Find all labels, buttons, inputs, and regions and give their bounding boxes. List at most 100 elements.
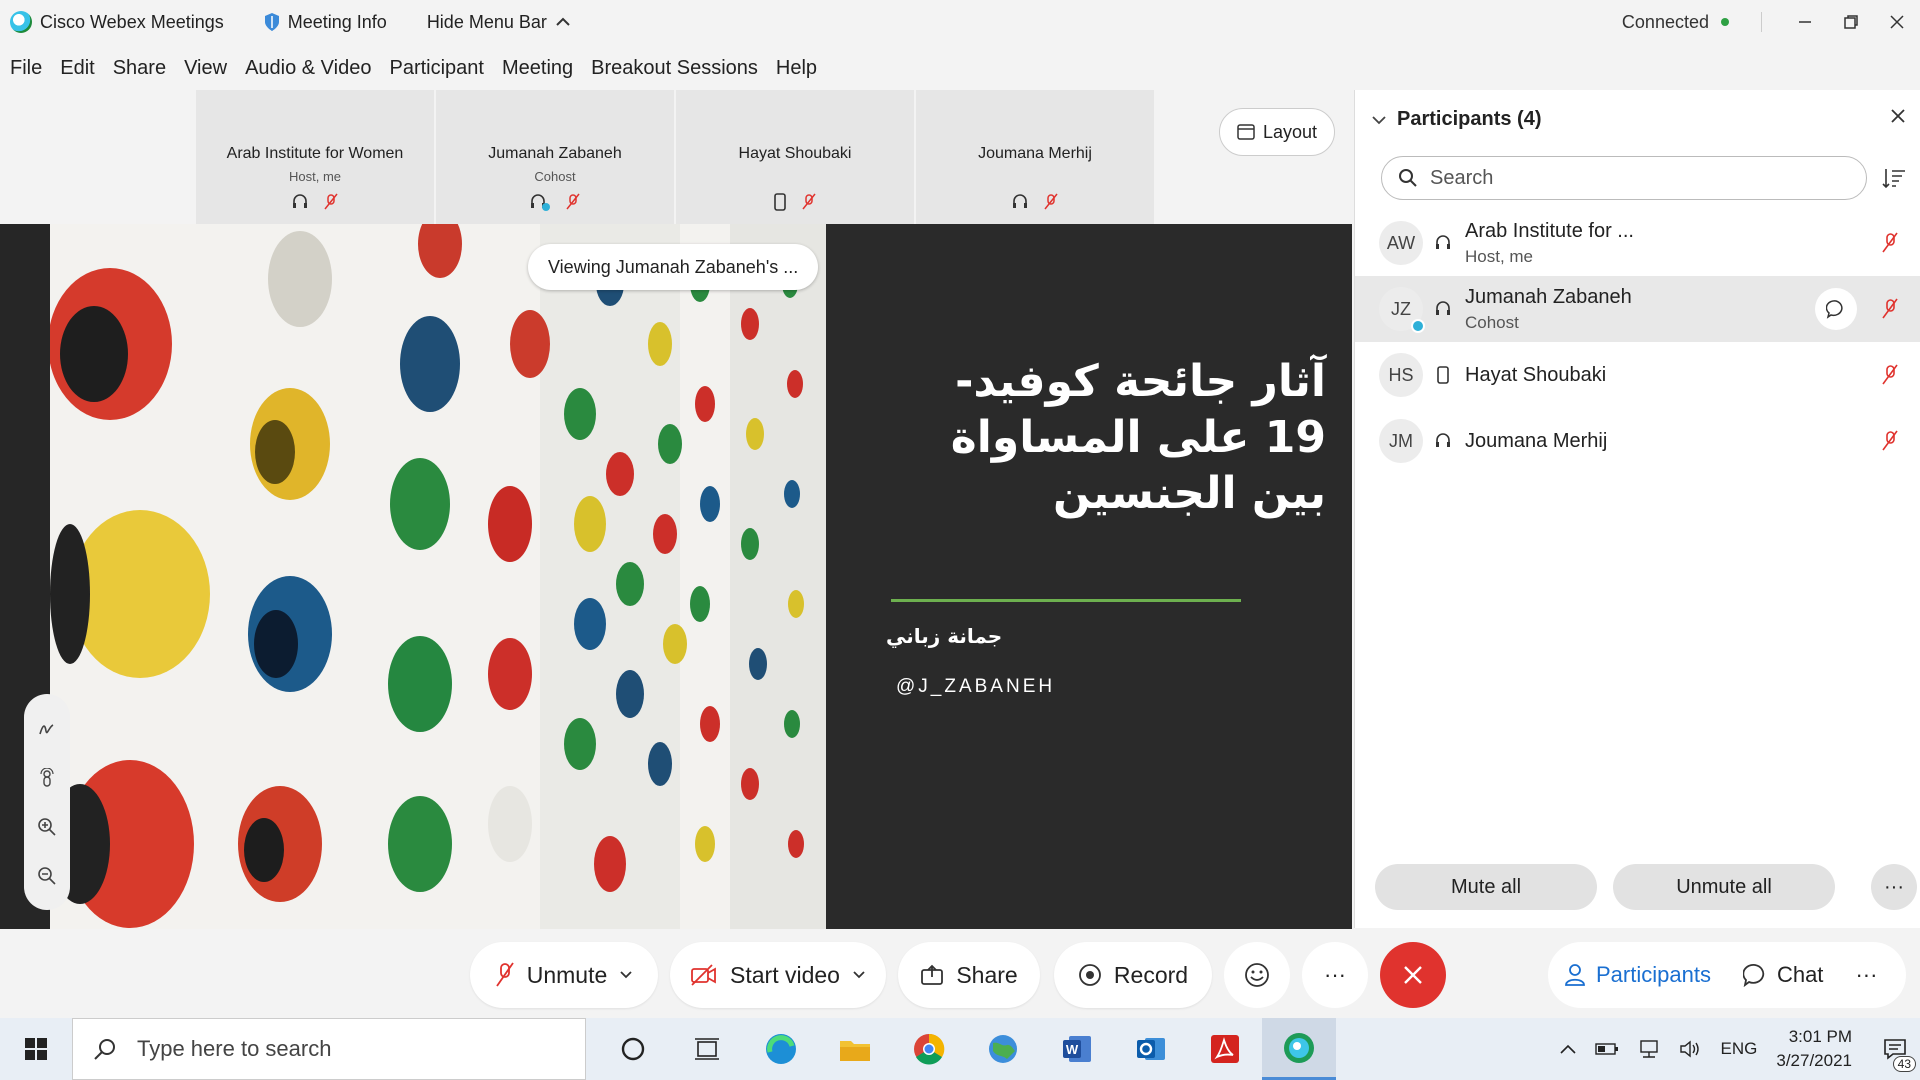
menu-edit[interactable]: Edit bbox=[60, 57, 94, 80]
participant-row[interactable]: JM Joumana Merhij bbox=[1355, 408, 1920, 474]
taskbar-clock[interactable]: 3:01 PM 3/27/2021 bbox=[1776, 1025, 1852, 1073]
annotate-icon[interactable] bbox=[37, 719, 57, 739]
more-icon: ··· bbox=[1324, 962, 1346, 987]
system-tray: ENG 3:01 PM 3/27/2021 43 bbox=[1550, 1018, 1920, 1080]
menu-breakout-sessions[interactable]: Breakout Sessions bbox=[591, 57, 758, 80]
participant-row[interactable]: JZ Jumanah Zabaneh Cohost bbox=[1355, 276, 1920, 342]
participant-mute-button[interactable] bbox=[1881, 430, 1899, 457]
menu-audio-video[interactable]: Audio & Video bbox=[245, 57, 371, 80]
chevron-up-icon bbox=[1559, 1044, 1576, 1054]
taskbar-search-input[interactable]: Type here to search bbox=[72, 1018, 586, 1080]
layout-icon bbox=[1237, 124, 1255, 140]
language-label: ENG bbox=[1720, 1039, 1758, 1058]
menu-meeting[interactable]: Meeting bbox=[502, 57, 573, 80]
avatar-initials: JZ bbox=[1391, 298, 1411, 319]
chat-toggle-button[interactable]: Chat bbox=[1727, 942, 1839, 1008]
start-button[interactable] bbox=[0, 1018, 72, 1080]
unmute-all-label: Unmute all bbox=[1676, 875, 1772, 898]
participant-row[interactable]: AW Arab Institute for ... Host, me bbox=[1355, 210, 1920, 276]
tile-name: Jumanah Zabaneh bbox=[488, 145, 622, 162]
acrobat-app[interactable] bbox=[1188, 1018, 1262, 1080]
file-explorer-app[interactable] bbox=[818, 1018, 892, 1080]
muted-mic-icon bbox=[1044, 193, 1058, 210]
sort-button[interactable] bbox=[1882, 166, 1906, 195]
participant-tile[interactable]: Jumanah Zabaneh Cohost bbox=[436, 90, 674, 224]
participant-tile[interactable]: Joumana Merhij bbox=[916, 90, 1154, 224]
participants-toggle-label: Participants bbox=[1596, 962, 1711, 987]
menu-participant[interactable]: Participant bbox=[389, 57, 484, 80]
panel-more-button[interactable]: ··· bbox=[1871, 864, 1917, 910]
hide-menu-bar-button[interactable]: Hide Menu Bar bbox=[427, 12, 571, 33]
participant-mute-button[interactable] bbox=[1881, 298, 1899, 325]
sort-icon bbox=[1882, 169, 1905, 189]
close-window-button[interactable] bbox=[1874, 0, 1920, 44]
menu-share[interactable]: Share bbox=[113, 57, 166, 80]
start-video-button[interactable]: Start video bbox=[670, 942, 886, 1008]
remote-control-icon[interactable] bbox=[37, 767, 57, 788]
acrobat-icon bbox=[1211, 1035, 1239, 1063]
headset-icon bbox=[1013, 194, 1027, 208]
participants-panel-header[interactable]: Participants (4) bbox=[1371, 108, 1541, 131]
more-panels-button[interactable]: ··· bbox=[1839, 942, 1893, 1008]
task-view-button[interactable] bbox=[670, 1018, 744, 1080]
tile-role: Cohost bbox=[534, 169, 576, 184]
record-button[interactable]: Record bbox=[1054, 942, 1212, 1008]
close-panel-button[interactable] bbox=[1890, 104, 1906, 130]
participant-search-input[interactable]: Search bbox=[1381, 156, 1867, 200]
muted-mic-icon bbox=[1882, 298, 1898, 319]
menu-help[interactable]: Help bbox=[776, 57, 817, 80]
network-icon bbox=[1639, 1040, 1658, 1058]
menu-view[interactable]: View bbox=[184, 57, 227, 80]
webex-icon bbox=[1284, 1032, 1314, 1063]
unmute-button[interactable]: Unmute bbox=[470, 942, 658, 1008]
restore-button[interactable] bbox=[1828, 0, 1874, 44]
outlook-app[interactable] bbox=[1114, 1018, 1188, 1080]
network-button[interactable] bbox=[1637, 1039, 1661, 1059]
headset-icon bbox=[531, 194, 550, 211]
reactions-button[interactable] bbox=[1224, 942, 1290, 1008]
hide-menu-label: Hide Menu Bar bbox=[426, 11, 547, 32]
participant-tile[interactable]: Hayat Shoubaki bbox=[676, 90, 914, 224]
mute-all-button[interactable]: Mute all bbox=[1375, 864, 1597, 910]
volume-button[interactable] bbox=[1679, 1039, 1703, 1059]
chat-bubble-icon bbox=[1826, 300, 1843, 319]
phone-icon bbox=[1437, 366, 1449, 384]
webex-app[interactable] bbox=[1262, 1018, 1336, 1080]
chevron-down-icon[interactable] bbox=[852, 970, 866, 980]
participant-row[interactable]: HS Hayat Shoubaki bbox=[1355, 342, 1920, 408]
layout-button[interactable]: Layout bbox=[1219, 108, 1335, 156]
participant-mute-button[interactable] bbox=[1881, 232, 1899, 259]
unmute-all-button[interactable]: Unmute all bbox=[1613, 864, 1835, 910]
zoom-out-icon[interactable] bbox=[37, 866, 57, 886]
end-meeting-button[interactable] bbox=[1380, 942, 1446, 1008]
chrome-app[interactable] bbox=[892, 1018, 966, 1080]
chrome-icon bbox=[914, 1033, 945, 1065]
action-center-button[interactable]: 43 bbox=[1870, 1018, 1920, 1080]
participant-chat-button[interactable] bbox=[1815, 288, 1857, 330]
cortana-icon bbox=[621, 1037, 645, 1061]
more-options-button[interactable]: ··· bbox=[1302, 942, 1368, 1008]
meeting-info-button[interactable]: Meeting Info bbox=[264, 12, 387, 33]
taskbar: Type here to search W ENG 3:01 PM 3/27/2… bbox=[0, 1018, 1920, 1080]
edge-app[interactable] bbox=[744, 1018, 818, 1080]
word-app[interactable]: W bbox=[1040, 1018, 1114, 1080]
cortana-button[interactable] bbox=[596, 1018, 670, 1080]
menu-file[interactable]: File bbox=[10, 57, 42, 80]
search-icon bbox=[94, 1039, 115, 1060]
globe-app[interactable] bbox=[966, 1018, 1040, 1080]
chevron-down-icon bbox=[1372, 115, 1386, 124]
viewing-share-indicator[interactable]: Viewing Jumanah Zabaneh's ... bbox=[528, 244, 819, 290]
language-indicator[interactable]: ENG bbox=[1721, 1039, 1758, 1059]
minimize-button[interactable] bbox=[1782, 0, 1828, 44]
battery-button[interactable] bbox=[1594, 1042, 1619, 1056]
participant-mute-button[interactable] bbox=[1881, 364, 1899, 391]
participant-tile[interactable]: Arab Institute for Women Host, me bbox=[196, 90, 434, 224]
chevron-down-icon[interactable] bbox=[619, 970, 633, 980]
task-view-icon bbox=[695, 1038, 719, 1060]
show-hidden-icons-button[interactable] bbox=[1559, 1043, 1577, 1055]
chevron-up-icon bbox=[556, 17, 570, 26]
zoom-in-icon[interactable] bbox=[37, 817, 57, 837]
share-button[interactable]: Share bbox=[898, 942, 1040, 1008]
viewing-label: Viewing Jumanah Zabaneh's ... bbox=[548, 256, 799, 277]
participants-toggle-button[interactable]: Participants bbox=[1548, 942, 1727, 1008]
